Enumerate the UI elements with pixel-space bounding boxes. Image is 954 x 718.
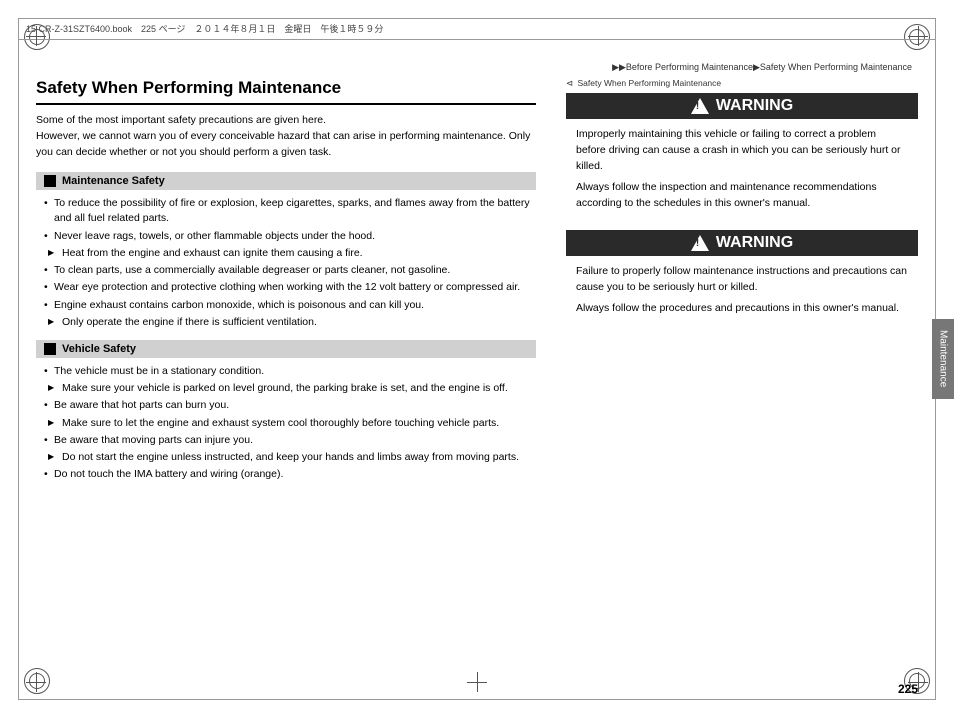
header-bar: 15 CR-Z-31SZT6400.book 225 ページ ２０１４年８月１日…: [18, 18, 936, 40]
sidebar-label-text: Safety When Performing Maintenance: [578, 78, 722, 88]
crosshair-tr: [908, 26, 928, 46]
vehicle-safety-label: Vehicle Safety: [62, 343, 136, 355]
list-item: Wear eye protection and protective cloth…: [40, 280, 536, 295]
list-item: Only operate the engine if there is suff…: [40, 315, 536, 330]
maintenance-safety-label: Maintenance Safety: [62, 175, 165, 187]
intro-text: Some of the most important safety precau…: [36, 113, 536, 160]
page-number: 225: [898, 682, 918, 696]
list-item: Be aware that moving parts can injure yo…: [40, 433, 536, 448]
list-item: To clean parts, use a commercially avail…: [40, 263, 536, 278]
maintenance-safety-list: To reduce the possibility of fire or exp…: [36, 196, 536, 330]
list-item: The vehicle must be in a stationary cond…: [40, 364, 536, 379]
list-item: Make sure your vehicle is parked on leve…: [40, 381, 536, 396]
content-area: Safety When Performing Maintenance Some …: [36, 78, 918, 682]
warning-header-2: WARNING: [566, 230, 918, 256]
warning-triangle-icon-2: [691, 235, 709, 251]
warning-triangle-icon-1: [691, 98, 709, 114]
sidebar-section-label: Safety When Performing Maintenance: [566, 78, 918, 89]
breadcrumb: ▶▶Before Performing Maintenance▶Safety W…: [18, 58, 936, 76]
list-item: Heat from the engine and exhaust can ign…: [40, 246, 536, 261]
list-item: Make sure to let the engine and exhaust …: [40, 416, 536, 431]
warning-box-2: WARNING Failure to properly follow maint…: [566, 230, 918, 325]
warning-body-1: Improperly maintaining this vehicle or f…: [566, 119, 918, 220]
warning-box-1: WARNING Improperly maintaining this vehi…: [566, 93, 918, 220]
warning-para-1b: Always follow the inspection and mainten…: [576, 180, 908, 212]
side-tab: Maintenance: [932, 319, 954, 399]
warning-para-1a: Improperly maintaining this vehicle or f…: [576, 127, 908, 174]
maintenance-safety-header: Maintenance Safety: [36, 172, 536, 190]
intro-content: Some of the most important safety precau…: [36, 114, 530, 158]
list-item: Do not start the engine unless instructe…: [40, 450, 536, 465]
warning-header-1: WARNING: [566, 93, 918, 119]
right-column: Safety When Performing Maintenance WARNI…: [556, 78, 918, 682]
list-item: Engine exhaust contains carbon monoxide,…: [40, 298, 536, 313]
list-item: Be aware that hot parts can burn you.: [40, 398, 536, 413]
list-item: To reduce the possibility of fire or exp…: [40, 196, 536, 226]
page-title: Safety When Performing Maintenance: [36, 78, 536, 105]
list-item: Do not touch the IMA battery and wiring …: [40, 467, 536, 482]
warning-para-2a: Failure to properly follow maintenance i…: [576, 264, 908, 296]
warning-title-1: WARNING: [716, 97, 793, 115]
breadcrumb-text: ▶▶Before Performing Maintenance▶Safety W…: [612, 62, 912, 73]
left-column: Safety When Performing Maintenance Some …: [36, 78, 556, 682]
file-info: 15 CR-Z-31SZT6400.book 225 ページ ２０１４年８月１日…: [26, 22, 928, 35]
crosshair-tl: [26, 26, 46, 46]
list-item: Never leave rags, towels, or other flamm…: [40, 229, 536, 244]
side-tab-label: Maintenance: [938, 330, 949, 387]
warning-body-2: Failure to properly follow maintenance i…: [566, 256, 918, 325]
warning-para-2b: Always follow the procedures and precaut…: [576, 301, 908, 317]
section-icon-2: [44, 343, 56, 355]
section-icon: [44, 175, 56, 187]
warning-title-2: WARNING: [716, 234, 793, 252]
vehicle-safety-header: Vehicle Safety: [36, 340, 536, 358]
vehicle-safety-list: The vehicle must be in a stationary cond…: [36, 364, 536, 483]
